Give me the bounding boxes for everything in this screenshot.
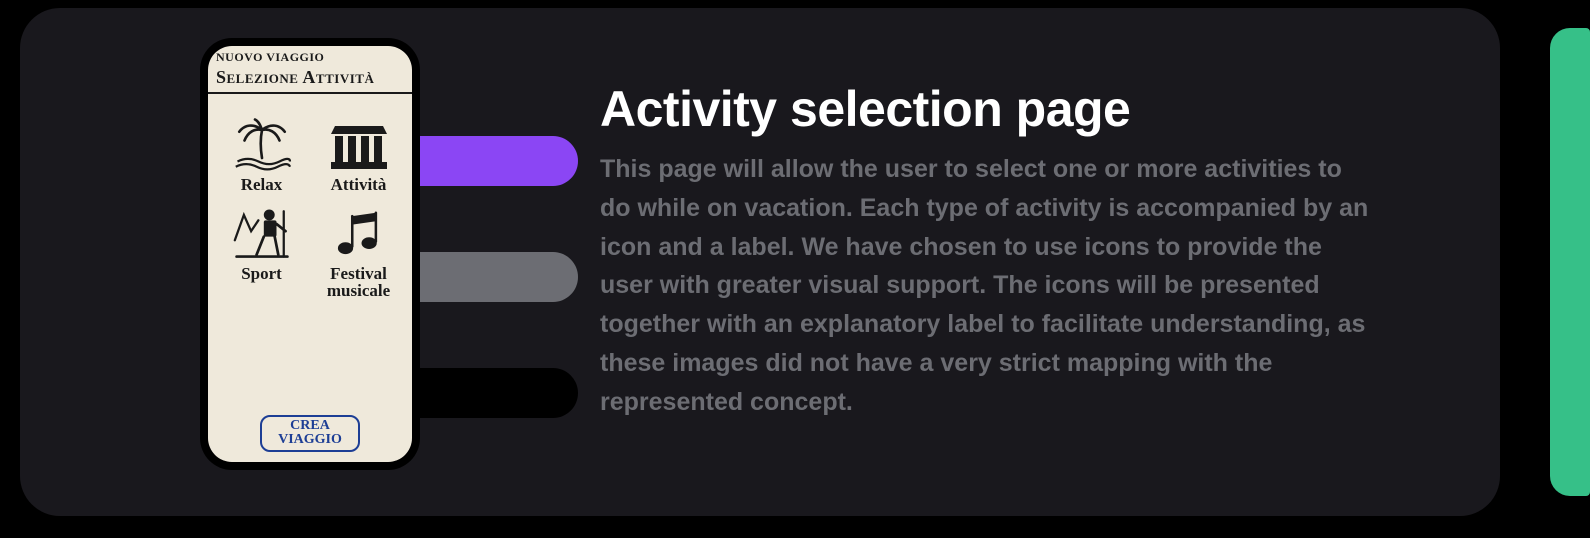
- hiker-icon: [227, 203, 297, 263]
- page-heading: Activity selection page: [600, 80, 1370, 138]
- sketch-breadcrumb: NUOVO VIAGGIO: [208, 46, 412, 67]
- page-description: This page will allow the user to select …: [600, 150, 1370, 421]
- activity-label: Attività: [331, 176, 387, 193]
- text-column: Activity selection page This page will a…: [600, 80, 1370, 421]
- palm-tree-icon: [227, 114, 297, 174]
- music-note-icon: [324, 203, 394, 263]
- activity-label: Sport: [241, 265, 282, 282]
- activity-label: Festival musicale: [327, 265, 390, 299]
- phone-mockup: NUOVO VIAGGIO Selezione Attività: [200, 38, 420, 470]
- create-trip-button[interactable]: CREA VIAGGIO: [260, 415, 360, 452]
- activity-sport: Sport: [216, 203, 307, 299]
- activity-label: Relax: [241, 176, 283, 193]
- phone-screen: NUOVO VIAGGIO Selezione Attività: [208, 46, 412, 462]
- page-root: NUOVO VIAGGIO Selezione Attività: [0, 0, 1590, 538]
- sketch-title: Selezione Attività: [208, 67, 412, 94]
- content-card: NUOVO VIAGGIO Selezione Attività: [20, 8, 1500, 516]
- activity-festival: Festival musicale: [313, 203, 404, 299]
- cta-wrap: CREA VIAGGIO: [208, 415, 412, 452]
- activity-relax: Relax: [216, 114, 307, 193]
- activity-attivita: Attività: [313, 114, 404, 193]
- activity-grid: Relax: [208, 94, 412, 307]
- temple-icon: [324, 114, 394, 174]
- scroll-indicator[interactable]: [1550, 28, 1590, 496]
